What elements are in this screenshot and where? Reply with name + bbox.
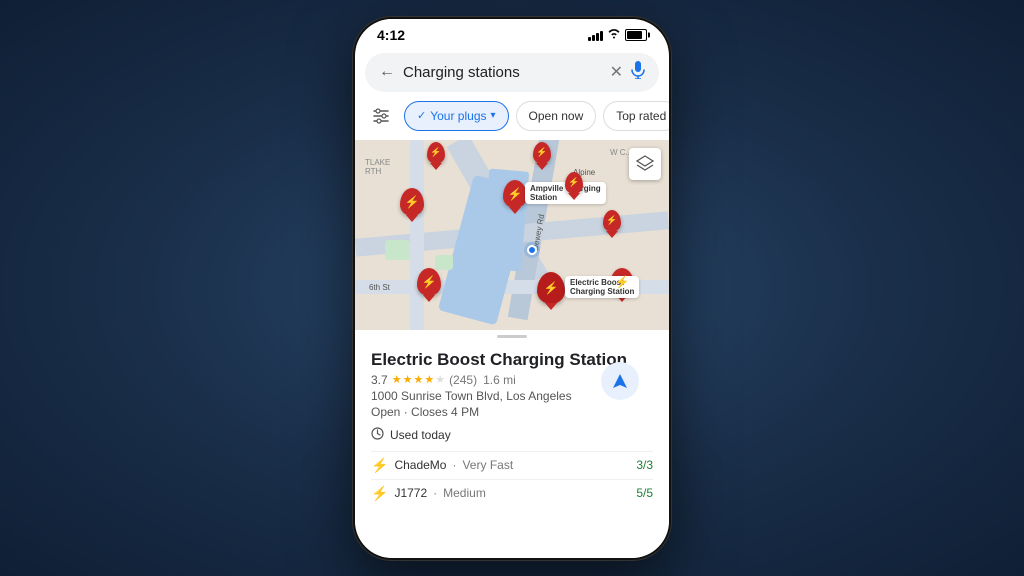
connector-speed: · [452,458,456,472]
search-input[interactable]: Charging stations [403,64,602,81]
bolt-icon: ⚡ [508,187,523,201]
navigate-button[interactable] [601,362,639,400]
wifi-icon [607,28,621,42]
map-layers-button[interactable] [629,148,661,180]
charging-pin-electric-boost[interactable]: ⚡ [537,272,565,304]
filter-row: ✓ Your plugs ▾ Open now Top rated [355,100,669,140]
star-4: ★ [424,373,434,386]
charging-pin-ampville[interactable]: ⚡ [503,180,527,208]
map-area-label: TLAKE [365,158,390,167]
map-area-label: RTH [365,167,381,176]
bolt-icon: ⚡ [536,147,547,158]
filter-icon-button[interactable] [365,100,397,132]
charging-pin[interactable]: ⚡ [533,142,551,164]
bolt-icon: ⚡ [371,457,388,474]
station-status: Open · Closes 4 PM [371,405,653,419]
chip-label: Top rated [616,109,666,123]
map-road [410,140,424,330]
connector-name: J1772 [394,486,427,500]
connector-count: 5/5 [636,486,653,500]
bolt-icon: ⚡ [615,275,630,289]
user-location-dot [527,245,537,255]
bolt-icon: ⚡ [606,215,617,226]
search-mic-button[interactable] [631,61,645,84]
star-3: ★ [413,373,423,386]
rating-number: 3.7 [371,373,388,387]
used-today-text: Used today [390,428,451,442]
bolt-icon: ⚡ [371,485,388,502]
bolt-icon: ⚡ [405,195,420,209]
chevron-down-icon: ▾ [491,110,496,121]
distance: 1.6 mi [483,373,516,387]
status-time: 4:12 [377,27,405,43]
charging-pin[interactable]: ⚡ [565,172,583,194]
charging-pin[interactable]: ⚡ [427,142,445,164]
check-icon: ✓ [417,109,426,122]
bolt-icon: ⚡ [544,281,559,295]
info-card-inner: Electric Boost Charging Station 3.7 ★ ★ … [371,350,653,507]
status-icons [588,28,647,42]
status-bar: 4:12 [355,19,669,47]
info-card: Electric Boost Charging Station 3.7 ★ ★ … [355,340,669,558]
connector-left: ⚡ ChadeMo · Very Fast [371,457,513,474]
map-background: Dewey Rd Alpine 6th St TLAKE RTH W C... … [355,140,669,330]
status-separator: · [404,405,411,419]
connector-speed-label: Medium [443,486,486,500]
connector-left: ⚡ J1772 · Medium [371,485,486,502]
filter-chip-your-plugs[interactable]: ✓ Your plugs ▾ [404,101,509,131]
used-today-row: Used today [371,427,653,443]
scroll-pill [497,335,527,338]
connector-speed: · [433,486,437,500]
filter-chip-top-rated[interactable]: Top rated [603,101,669,131]
filter-chip-open-now[interactable]: Open now [516,101,597,131]
open-status: Open [371,405,400,419]
charging-pin[interactable]: ⚡ [417,268,441,296]
scroll-indicator [355,330,669,340]
clock-icon [371,427,384,443]
search-bar[interactable]: ← Charging stations ✕ [365,53,659,92]
connector-count: 3/3 [636,458,653,472]
signal-icon [588,29,603,41]
star-5: ★ [435,373,445,386]
connector-speed-label: Very Fast [462,458,513,472]
charging-pin[interactable]: ⚡ [603,210,621,232]
reviews-count: (245) [449,373,477,387]
star-2: ★ [403,373,413,386]
star-rating: ★ ★ ★ ★ ★ [392,373,445,386]
map-green-area [385,240,410,260]
chip-label: Your plugs [430,109,486,123]
search-back-button[interactable]: ← [379,63,395,81]
map-road-label: 6th St [369,283,390,292]
map-area[interactable]: Dewey Rd Alpine 6th St TLAKE RTH W C... … [355,140,669,330]
charging-pin[interactable]: ⚡ [400,188,424,216]
chip-label: Open now [529,109,584,123]
search-clear-button[interactable]: ✕ [610,62,623,82]
connector-name: ChadeMo [394,458,446,472]
battery-icon [625,29,647,41]
star-1: ★ [392,373,402,386]
connector-row-j1772: ⚡ J1772 · Medium 5/5 [371,479,653,507]
bolt-icon: ⚡ [430,147,441,158]
phone-frame: 4:12 [352,16,672,561]
phone-screen: 4:12 [355,19,669,558]
connector-row-chademо: ⚡ ChadeMo · Very Fast 3/3 [371,451,653,479]
closes-time: Closes 4 PM [411,405,479,419]
bolt-icon: ⚡ [568,177,579,188]
bolt-icon: ⚡ [422,275,437,289]
